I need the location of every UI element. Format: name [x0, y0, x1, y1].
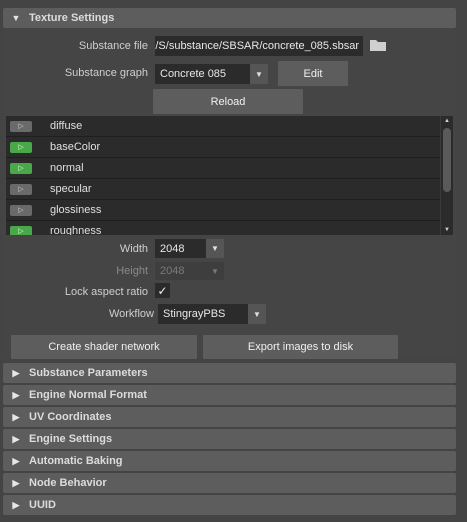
toggle-icon[interactable]: ▷	[10, 204, 32, 216]
toggle-icon[interactable]: ▷	[10, 141, 32, 153]
section-title: UUID	[29, 499, 56, 511]
section-title: Engine Normal Format	[29, 389, 147, 401]
list-item[interactable]: ▷ normal	[6, 158, 453, 179]
substance-graph-value: Concrete 085	[160, 68, 227, 80]
collapsed-arrow-icon: ▶	[12, 455, 20, 466]
collapsed-arrow-icon: ▶	[12, 499, 20, 510]
collapsed-arrow-icon: ▶	[12, 477, 20, 488]
section-header-texture-settings[interactable]: ▼ Texture Settings	[3, 8, 456, 28]
substance-graph-dropdown[interactable]: Concrete 085 ▼	[155, 64, 268, 84]
output-name: baseColor	[50, 141, 101, 153]
height-value: 2048	[160, 265, 185, 277]
toggle-icon[interactable]: ▷	[10, 225, 32, 235]
section-header-uuid[interactable]: ▶ UUID	[3, 495, 456, 515]
scroll-down-icon[interactable]: ▼	[441, 225, 453, 235]
substance-graph-label: Substance graph	[64, 67, 148, 79]
list-item[interactable]: ▷ baseColor	[6, 137, 453, 158]
workflow-value: StingrayPBS	[163, 308, 226, 320]
width-label: Width	[119, 243, 148, 255]
lock-aspect-label: Lock aspect ratio	[64, 286, 148, 298]
toggle-icon[interactable]: ▷	[10, 120, 32, 132]
expanded-arrow-icon: ▼	[11, 13, 21, 23]
section-header-engine-settings[interactable]: ▶ Engine Settings	[3, 429, 456, 449]
section-title: Substance Parameters	[29, 367, 148, 379]
collapsed-arrow-icon: ▶	[12, 367, 20, 378]
output-name: glossiness	[50, 204, 102, 216]
section-header-node-behavior[interactable]: ▶ Node Behavior	[3, 473, 456, 493]
export-images-button[interactable]: Export images to disk	[203, 335, 398, 359]
chevron-down-icon: ▼	[206, 262, 224, 280]
height-dropdown: 2048 ▼	[155, 262, 224, 280]
section-title: Node Behavior	[29, 477, 107, 489]
chevron-down-icon: ▼	[250, 64, 268, 84]
list-scrollbar[interactable]: ▲ ▼	[440, 116, 453, 235]
width-dropdown[interactable]: 2048 ▼	[155, 239, 224, 258]
toggle-icon[interactable]: ▷	[10, 162, 32, 174]
reload-button[interactable]: Reload	[153, 89, 303, 114]
edit-button[interactable]: Edit	[278, 61, 348, 86]
chevron-down-icon: ▼	[206, 239, 224, 258]
height-label: Height	[116, 265, 148, 277]
scrollbar-thumb[interactable]	[443, 128, 451, 192]
substance-file-label: Substance file	[78, 40, 148, 52]
output-name: diffuse	[50, 120, 83, 132]
scroll-up-icon[interactable]: ▲	[441, 116, 453, 126]
output-name: normal	[50, 162, 84, 174]
collapsed-arrow-icon: ▶	[12, 389, 20, 400]
outputs-list[interactable]: ▷ diffuse ▷ baseColor ▷ normal ▷ specula…	[6, 116, 453, 235]
chevron-down-icon: ▼	[248, 304, 266, 324]
output-name: roughness	[50, 225, 102, 235]
workflow-dropdown[interactable]: StingrayPBS ▼	[158, 304, 266, 324]
substance-file-value: C:/S/substance/SBSAR/concrete_085.sbsar	[155, 40, 359, 52]
section-header-substance-parameters[interactable]: ▶ Substance Parameters	[3, 363, 456, 383]
folder-icon[interactable]	[369, 38, 387, 55]
section-title: Engine Settings	[29, 433, 113, 445]
list-item[interactable]: ▷ diffuse	[6, 116, 453, 137]
collapsed-arrow-icon: ▶	[12, 433, 20, 444]
lock-aspect-checkbox[interactable]: ✓	[155, 283, 170, 298]
substance-file-field[interactable]: C:/S/substance/SBSAR/concrete_085.sbsar	[155, 36, 363, 56]
section-header-automatic-baking[interactable]: ▶ Automatic Baking	[3, 451, 456, 471]
list-item[interactable]: ▷ roughness	[6, 221, 453, 235]
list-item[interactable]: ▷ specular	[6, 179, 453, 200]
width-value: 2048	[160, 242, 185, 255]
checkmark-icon: ✓	[157, 283, 168, 298]
section-title: UV Coordinates	[29, 411, 112, 423]
section-header-uv-coordinates[interactable]: ▶ UV Coordinates	[3, 407, 456, 427]
create-shader-network-button[interactable]: Create shader network	[11, 335, 197, 359]
toggle-icon[interactable]: ▷	[10, 183, 32, 195]
section-title: Automatic Baking	[29, 455, 123, 467]
collapsed-arrow-icon: ▶	[12, 411, 20, 422]
section-title: Texture Settings	[29, 12, 115, 24]
list-item[interactable]: ▷ glossiness	[6, 200, 453, 221]
workflow-label: Workflow	[108, 308, 154, 320]
section-header-engine-normal-format[interactable]: ▶ Engine Normal Format	[3, 385, 456, 405]
output-name: specular	[50, 183, 92, 195]
